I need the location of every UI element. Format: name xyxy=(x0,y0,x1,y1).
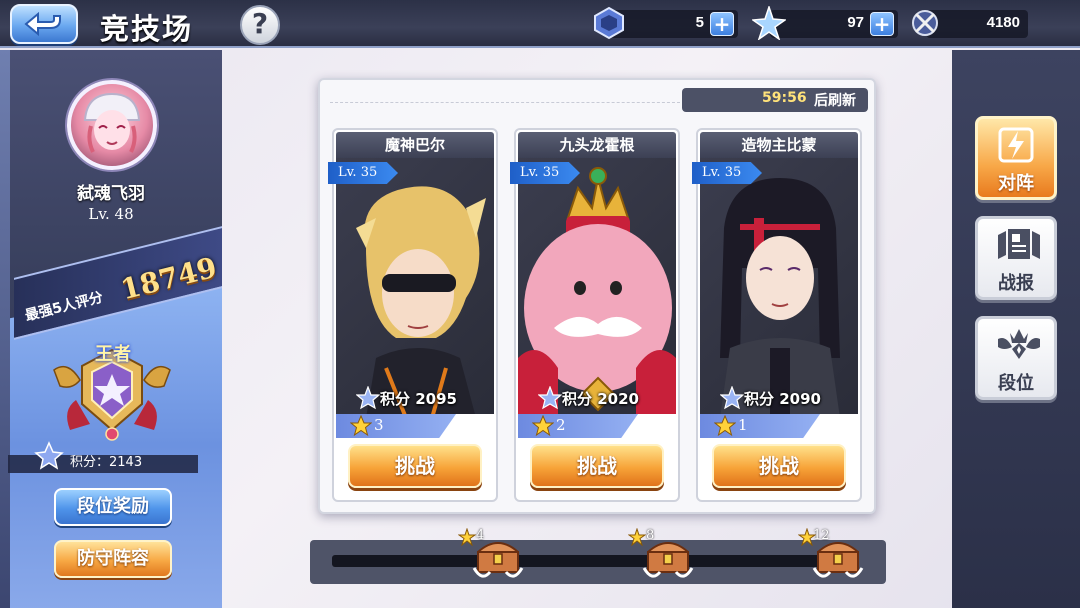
opponent-name: 九头龙霍根 xyxy=(518,132,676,158)
opponent-stars: 3 xyxy=(374,416,384,434)
opponent-level: Lv. 35 xyxy=(328,162,398,184)
score-medal-icon xyxy=(356,386,380,410)
crossed-swords-medal-icon xyxy=(912,10,938,36)
opponent-score-row: 积分 2090 xyxy=(700,386,858,412)
player-name: 弑魂飞羽 xyxy=(77,184,145,204)
player-level: Lv. 48 xyxy=(88,205,134,223)
avatar[interactable] xyxy=(67,80,157,170)
opponent-stars: 1 xyxy=(738,416,748,434)
side-tab-matchup-label: 对阵 xyxy=(998,173,1034,194)
score-medal-icon xyxy=(720,386,744,410)
dark-haired-creator-icon xyxy=(720,178,840,418)
back-arrow-icon xyxy=(24,12,61,37)
defense-lineup-button[interactable]: 防守阵容 xyxy=(54,540,172,578)
resource-honor: 4180 xyxy=(912,10,1028,38)
milestone-count: 12 xyxy=(813,528,830,543)
gold-star-icon xyxy=(714,415,736,437)
opponent-level: Lv. 35 xyxy=(692,162,762,184)
gold-star-icon xyxy=(458,528,476,546)
opponent-portrait[interactable] xyxy=(336,158,494,418)
opponent-score: 积分 2095 xyxy=(380,390,457,408)
opponent-star-band: 2 xyxy=(518,414,676,438)
player-score: 积分：2143 xyxy=(70,455,143,470)
gold-star-icon xyxy=(532,415,554,437)
opponent-name: 魔神巴尔 xyxy=(336,132,494,158)
help-button[interactable]: ? xyxy=(240,5,280,45)
avatar-portrait-icon xyxy=(83,92,141,153)
side-tab-matchup[interactable]: 对阵 xyxy=(975,116,1057,200)
page-title: 竞技场 xyxy=(100,12,194,46)
refresh-timer: 59:56 xyxy=(762,90,807,106)
opponent-card: 造物主比蒙 Lv. 35 积分 2090 1 挑战 xyxy=(692,128,862,502)
side-tab-battle-report-label: 战报 xyxy=(998,273,1034,294)
blue-star-icon xyxy=(752,6,786,40)
milestone-count: 8 xyxy=(646,528,655,543)
warrior-portrait-icon xyxy=(356,186,486,418)
add-tokens-button[interactable]: + xyxy=(710,12,734,36)
refresh-label: 后刷新 xyxy=(814,93,856,109)
opponent-name: 造物主比蒙 xyxy=(700,132,858,158)
back-button[interactable] xyxy=(10,4,78,44)
win-progress-track xyxy=(332,555,852,567)
panel-divider xyxy=(330,102,680,103)
rank-reward-button[interactable]: 段位奖励 xyxy=(54,488,172,526)
rank-title: 王者 xyxy=(95,344,131,365)
report-scroll-icon xyxy=(998,229,1040,259)
opponent-level: Lv. 35 xyxy=(510,162,580,184)
score-medal-icon xyxy=(538,386,562,410)
gold-star-icon xyxy=(350,415,372,437)
top-bar: 竞技场 ? 5 + 97 + 4180 xyxy=(0,0,1080,48)
resource-honor-value: 4180 xyxy=(986,14,1020,31)
score-medal-icon xyxy=(34,441,64,470)
side-tab-battle-report[interactable]: 战报 xyxy=(975,216,1057,300)
opponent-portrait[interactable] xyxy=(518,158,676,418)
resource-stars-value: 97 xyxy=(847,14,864,31)
opponent-score-row: 积分 2095 xyxy=(336,386,494,412)
challenge-button[interactable]: 挑战 xyxy=(530,444,664,488)
opponent-score: 积分 2020 xyxy=(562,390,639,408)
lightning-shield-icon xyxy=(998,127,1034,163)
crown-wings-icon xyxy=(998,329,1040,359)
add-stars-button[interactable]: + xyxy=(870,12,894,36)
resource-tokens-value: 5 xyxy=(695,14,704,31)
milestone-count: 4 xyxy=(476,528,485,543)
opponent-stars: 2 xyxy=(556,416,566,434)
challenge-button[interactable]: 挑战 xyxy=(712,444,846,488)
gold-star-icon xyxy=(628,528,646,546)
side-tab-rank-label: 段位 xyxy=(998,373,1034,394)
resource-tokens: 5 + xyxy=(594,6,738,40)
opponent-star-band: 3 xyxy=(336,414,494,438)
resource-stars: 97 + xyxy=(752,6,898,40)
pink-king-creature-icon xyxy=(518,167,676,418)
opponent-star-band: 1 xyxy=(700,414,858,438)
opponent-score: 积分 2090 xyxy=(744,390,821,408)
badge-token-icon xyxy=(594,6,624,40)
opponent-card: 魔神巴尔 Lv. 35 积分 2095 3 挑战 xyxy=(328,128,498,502)
opponent-score-row: 积分 2020 xyxy=(518,386,676,412)
challenge-button[interactable]: 挑战 xyxy=(348,444,482,488)
side-tab-rank[interactable]: 段位 xyxy=(975,316,1057,400)
opponent-card: 九头龙霍根 Lv. 35 积分 2020 2 挑战 xyxy=(510,128,680,502)
opponent-portrait[interactable] xyxy=(700,158,858,418)
